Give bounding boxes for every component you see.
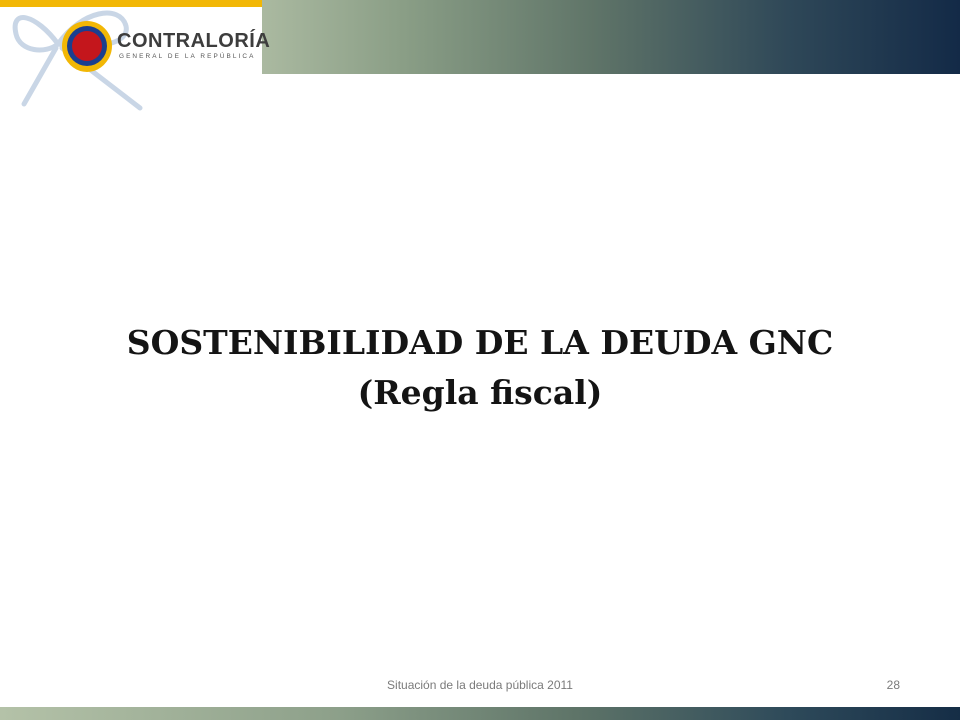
footer-caption: Situación de la deuda pública 2011 xyxy=(387,678,573,692)
logo-subtitle: GENERAL DE LA REPÚBLICA xyxy=(119,53,256,60)
slide-title-line-1: SOSTENIBILIDAD DE LA DEUDA GNC xyxy=(126,323,834,362)
footer-gradient-band xyxy=(0,707,960,720)
slide-title-line-2: (Regla fiscal) xyxy=(357,373,603,412)
page-number: 28 xyxy=(886,678,900,692)
slide-title: SOSTENIBILIDAD DE LA DEUDA GNC (Regla fi… xyxy=(0,318,960,418)
seal-icon xyxy=(62,21,112,72)
logo-name: CONTRALORÍA xyxy=(117,30,271,52)
